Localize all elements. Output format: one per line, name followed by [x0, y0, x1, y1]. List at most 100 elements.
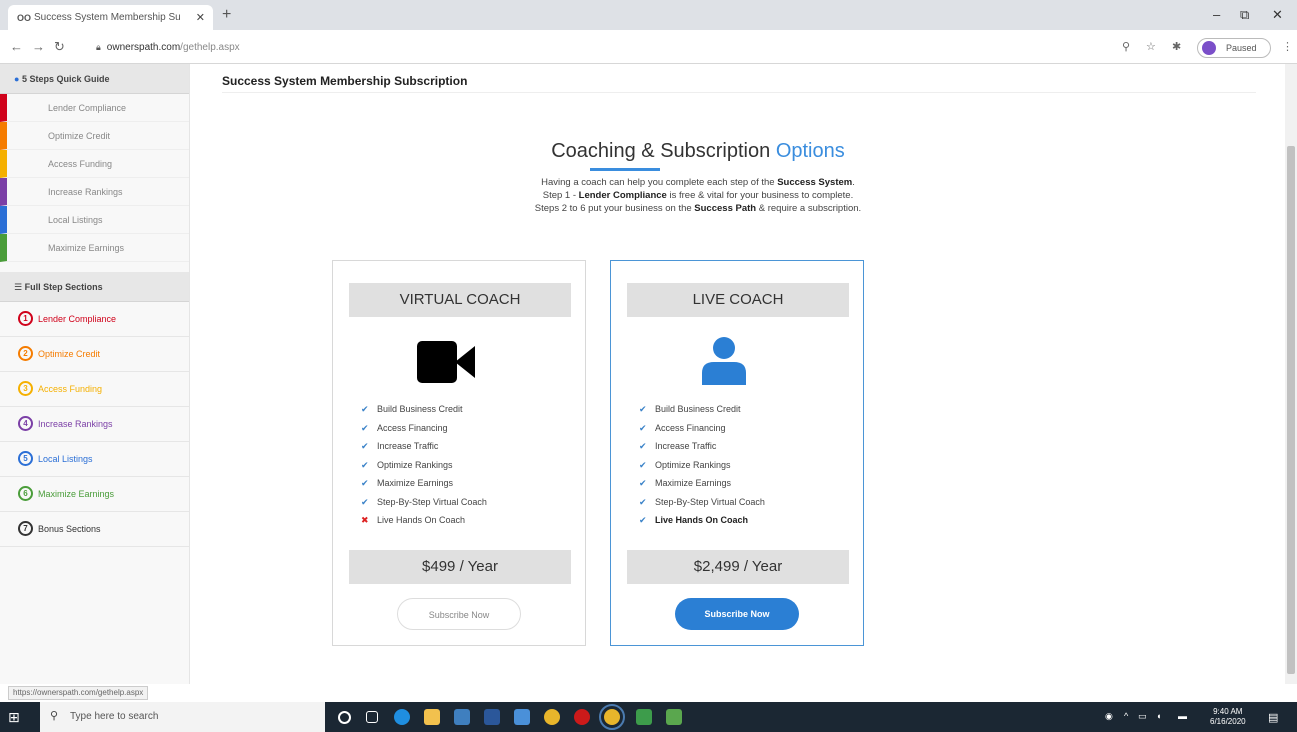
extensions-icon[interactable]: ✱ [1172, 40, 1181, 53]
chrome-icon[interactable] [544, 709, 560, 725]
profile-button[interactable]: Paused [1197, 38, 1271, 58]
minimize-icon[interactable]: – [1213, 7, 1220, 22]
step-section-item[interactable]: 7 Bonus Sections [0, 512, 189, 547]
close-window-icon[interactable]: ✕ [1272, 7, 1283, 23]
check-icon: ✔ [361, 441, 369, 451]
scrollbar-thumb[interactable] [1287, 146, 1295, 674]
avatar [1202, 41, 1216, 55]
windows-start-icon[interactable]: ⊞ [8, 709, 20, 726]
taskbar-search-input[interactable]: ⚲ Type here to search [40, 702, 325, 732]
step-number-icon: 6 [18, 486, 33, 501]
file-explorer-icon[interactable] [424, 709, 440, 725]
word-icon[interactable] [484, 709, 500, 725]
notifications-icon[interactable]: ▤ [1268, 711, 1278, 724]
clock-time: 9:40 AM [1213, 707, 1243, 716]
feature-item: ✔ Live Hands On Coach [639, 515, 765, 534]
search-icon: ⚲ [50, 710, 59, 722]
intro-text-part: Having a coach can help you complete eac… [541, 177, 778, 188]
store-icon[interactable] [454, 709, 470, 725]
step-label: Bonus Sections [38, 524, 101, 534]
step-label: Optimize Credit [38, 349, 101, 359]
quick-guide-header[interactable]: ● 5 Steps Quick Guide [0, 64, 189, 94]
battery-icon[interactable]: ▭ [1138, 711, 1147, 722]
page-scrollbar[interactable] [1285, 64, 1297, 684]
quick-guide-list: Lender Compliance Optimize Credit Access F… [0, 94, 189, 262]
photos-icon[interactable] [514, 709, 530, 725]
check-icon: ✔ [361, 404, 369, 414]
step-section-item[interactable]: 4 Increase Rankings [0, 407, 189, 442]
quick-guide-item[interactable]: Increase Rankings [0, 178, 189, 206]
task-view-icon[interactable] [366, 711, 378, 723]
feature-label: Access Financing [655, 422, 726, 433]
quick-guide-item[interactable]: Access Funding [0, 150, 189, 178]
plan-card-live-coach: LIVE COACH ✔ Build Business Credit ✔ Access… [610, 260, 864, 646]
check-icon: ✔ [639, 478, 647, 488]
step-section-item[interactable]: 5 Local Listings [0, 442, 189, 477]
excel-icon[interactable] [636, 709, 652, 725]
section-title-main: Coaching & Subscription [551, 140, 771, 162]
step-section-item[interactable]: 6 Maximize Earnings [0, 477, 189, 512]
cortana-icon[interactable] [338, 711, 351, 724]
check-icon: ✔ [639, 404, 647, 414]
full-sections-header[interactable]: ☰ Full Step Sections [0, 272, 189, 302]
video-camera-icon [333, 337, 587, 387]
forward-icon[interactable]: → [32, 39, 45, 54]
feature-label: Build Business Credit [377, 404, 463, 414]
step-section-item[interactable]: 3 Access Funding [0, 372, 189, 407]
network-icon[interactable]: ◉ [1105, 711, 1113, 722]
volume-icon[interactable]: ◖ [1156, 711, 1161, 721]
intro-line-1: Having a coach can help you complete eac… [200, 176, 1196, 189]
back-icon[interactable]: ← [10, 39, 23, 54]
person-icon [611, 337, 865, 387]
plan-title: LIVE COACH [627, 283, 849, 317]
opera-icon[interactable] [574, 709, 590, 725]
close-tab-icon[interactable]: ✕ [196, 11, 205, 24]
lock-icon: 🔒︎ [96, 42, 101, 52]
chrome-active-icon[interactable] [599, 704, 625, 730]
quick-guide-item[interactable]: Maximize Earnings [0, 234, 189, 262]
quick-guide-item[interactable]: Local Listings [0, 206, 189, 234]
subscribe-virtual-button[interactable]: Subscribe Now [397, 598, 521, 630]
chat-icon[interactable]: ▬ [1178, 711, 1187, 721]
cross-icon: ✖ [361, 515, 369, 525]
feature-item: ✔ Access Financing [639, 423, 765, 442]
feature-item: ✔ Build Business Credit [361, 404, 487, 423]
check-icon: ✔ [361, 459, 369, 470]
edge-icon[interactable] [394, 709, 410, 725]
taskbar-clock[interactable]: 9:40 AM 6/16/2020 [1210, 707, 1246, 727]
bookmark-star-icon[interactable]: ☆ [1146, 40, 1156, 53]
feature-label: Increase Traffic [377, 441, 439, 451]
feature-item: ✔ Maximize Earnings [361, 478, 487, 497]
quick-guide-item[interactable]: Lender Compliance [0, 94, 189, 122]
step-section-item[interactable]: 2 Optimize Credit [0, 337, 189, 372]
reload-icon[interactable]: ↻ [54, 39, 65, 55]
quick-guide-item[interactable]: Optimize Credit [0, 122, 189, 150]
feature-label: Build Business Credit [655, 404, 741, 414]
tray-chevron-icon[interactable]: ^ [1124, 711, 1128, 721]
step-label: Lender Compliance [38, 314, 117, 324]
check-icon: ✔ [361, 496, 369, 507]
step-label: Increase Rankings [38, 419, 113, 429]
zoom-icon[interactable]: ⚲ [1122, 40, 1130, 53]
intro-emphasis: Lender Compliance [578, 190, 667, 201]
browser-tab[interactable]: OO Success System Membership Su ✕ [8, 5, 213, 30]
feature-list: ✔ Build Business Credit ✔ Access Financing ✔… [361, 404, 487, 534]
browser-toolbar: ← → ↻ 🔒︎ ownerspath.com/gethelp.aspx ⚲ ☆ … [0, 30, 1297, 64]
feature-item: ✔ Optimize Rankings [361, 460, 487, 479]
subscribe-live-button[interactable]: Subscribe Now [675, 598, 799, 630]
menu-kebab-icon[interactable]: ⋮ [1282, 40, 1293, 53]
step-section-item[interactable]: 1 Lender Compliance [0, 302, 189, 337]
new-tab-icon[interactable]: + [222, 6, 231, 24]
info-circle-icon: ● [14, 74, 20, 84]
intro-text-part: Steps 2 to 6 put your business on the [534, 203, 695, 214]
intro-line-3: Steps 2 to 6 put your business on the Su… [200, 202, 1196, 215]
step-number-icon: 4 [18, 416, 33, 431]
sidebar: ● 5 Steps Quick Guide Lender Compliance O… [0, 64, 190, 684]
full-sections-list: 1 Lender Compliance 2 Optimize Credit 3 Acces… [0, 302, 189, 547]
feature-item: ✔ Maximize Earnings [639, 478, 765, 497]
intro-emphasis: Success System [777, 177, 853, 188]
address-bar[interactable]: 🔒︎ ownerspath.com/gethelp.aspx [96, 37, 1096, 57]
app-icon[interactable] [666, 709, 682, 725]
feature-item: ✔ Step-By-Step Virtual Coach [639, 497, 765, 516]
restore-icon[interactable]: ⧉ [1240, 7, 1249, 23]
